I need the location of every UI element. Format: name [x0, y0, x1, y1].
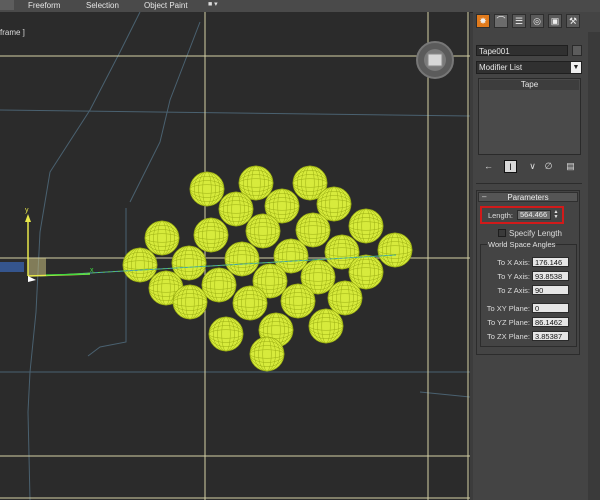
to-y-axis-field[interactable]: 93.8538: [532, 271, 569, 281]
hierarchy-tab[interactable]: ☰: [512, 14, 526, 28]
view-dropdown-button[interactable]: ■ ▾: [208, 1, 230, 10]
wireframe-sphere[interactable]: [327, 280, 363, 316]
wireframe-sphere[interactable]: [224, 241, 260, 277]
modify-tab[interactable]: ⌒: [494, 14, 508, 28]
parameters-rollout-header[interactable]: – Parameters: [478, 192, 578, 202]
wireframe-sphere[interactable]: [232, 285, 268, 321]
wireframe-sphere[interactable]: [208, 316, 244, 352]
wireframe-sphere[interactable]: [144, 220, 180, 256]
gizmo-axis-x-label: x: [90, 267, 94, 274]
wireframe-sphere[interactable]: [348, 208, 384, 244]
stack-toolbar: ← I ∨ ∅ ▤: [476, 160, 582, 176]
utilities-tab[interactable]: ⚒: [566, 14, 580, 28]
sun-icon: ✸: [479, 16, 487, 26]
wireframe-sphere[interactable]: [249, 336, 285, 372]
wireframe-sphere[interactable]: [377, 232, 413, 268]
to-xy-plane-label: To XY Plane:: [486, 304, 530, 313]
modifier-list-label: Modifier List: [479, 63, 523, 72]
gizmo-plane-handle[interactable]: [28, 258, 46, 276]
wireframe-sphere[interactable]: [189, 171, 225, 207]
show-end-result-icon[interactable]: I: [504, 160, 517, 173]
display-icon: ▣: [550, 16, 560, 26]
modifier-list-dropdown[interactable]: Modifier List ▼: [476, 61, 582, 74]
ribbon-left-tab[interactable]: [0, 0, 14, 10]
scene-outline: [0, 109, 470, 117]
viewport-label[interactable]: frame ]: [0, 28, 25, 37]
modify-curve-icon: ⌒: [496, 16, 506, 26]
to-yz-plane-field[interactable]: 86.1462: [532, 317, 569, 327]
world-space-angles-title: World Space Angles: [487, 240, 557, 249]
gizmo-axis-y-label: y: [25, 207, 29, 214]
modifier-stack[interactable]: Tape: [478, 78, 581, 155]
remove-modifier-icon[interactable]: ∅: [542, 160, 555, 173]
to-z-axis-field[interactable]: 90: [532, 285, 569, 295]
wireframe-sphere[interactable]: [172, 284, 208, 320]
chevron-down-icon[interactable]: ▼: [571, 62, 581, 73]
wireframe-sphere[interactable]: [218, 191, 254, 227]
to-x-axis-field[interactable]: 176.146: [532, 257, 569, 267]
scene-outline: [87, 208, 127, 357]
pin-stack-icon[interactable]: ←: [482, 160, 495, 173]
wireframe-sphere[interactable]: [308, 308, 344, 344]
length-label: Length:: [487, 211, 513, 220]
to-zx-plane-label: To ZX Plane:: [487, 332, 530, 341]
wireframe-sphere[interactable]: [193, 217, 229, 253]
gizmo-z-arrow: [28, 276, 36, 282]
scene-outline: [27, 12, 141, 500]
ribbon-tab-selection[interactable]: Selection: [86, 0, 119, 12]
to-zx-plane-field[interactable]: 3.85387: [532, 331, 569, 341]
wireframe-sphere[interactable]: [122, 247, 158, 283]
length-field[interactable]: 564.466: [517, 210, 551, 220]
wireframe-sphere[interactable]: [245, 213, 281, 249]
wireframe-sphere[interactable]: [201, 267, 237, 303]
gizmo-y-arrow: [25, 214, 31, 222]
to-y-axis-label: To Y Axis:: [497, 272, 530, 281]
panel-divider: [476, 183, 582, 184]
command-panel-scroll-strip[interactable]: [588, 32, 600, 500]
to-yz-plane-label: To YZ Plane:: [487, 318, 530, 327]
to-xy-plane-field[interactable]: 0: [532, 303, 569, 313]
to-x-axis-label: To X Axis:: [497, 258, 530, 267]
specify-length-checkbox[interactable]: [498, 229, 506, 237]
ribbon-tab-object-paint[interactable]: Object Paint: [144, 0, 188, 12]
ribbon-tab-freeform[interactable]: Freeform: [28, 0, 60, 12]
viewcube[interactable]: [416, 41, 454, 79]
perspective-viewport[interactable]: y x frame ]: [0, 12, 470, 500]
create-tab[interactable]: ✸: [476, 14, 490, 28]
configure-modifier-sets-icon[interactable]: ▤: [564, 160, 577, 173]
to-z-axis-label: To Z Axis:: [497, 286, 530, 295]
object-color-swatch[interactable]: [572, 45, 582, 56]
motion-icon: ◎: [533, 16, 541, 26]
hierarchy-icon: ☰: [514, 16, 524, 26]
parameters-title: Parameters: [507, 193, 549, 202]
modifier-stack-item[interactable]: Tape: [480, 80, 579, 90]
wireframe-sphere[interactable]: [280, 283, 316, 319]
utilities-hammer-icon: ⚒: [568, 16, 578, 26]
viewport-canvas[interactable]: y x: [0, 12, 470, 500]
object-name-field[interactable]: Tape001: [476, 45, 568, 56]
make-unique-icon[interactable]: ∨: [526, 160, 539, 173]
display-tab[interactable]: ▣: [548, 14, 562, 28]
length-spinner[interactable]: ▲ ▼: [553, 210, 559, 220]
tape-object-marker: [0, 262, 24, 272]
specify-length-label: Specify Length: [509, 229, 562, 238]
motion-tab[interactable]: ◎: [530, 14, 544, 28]
